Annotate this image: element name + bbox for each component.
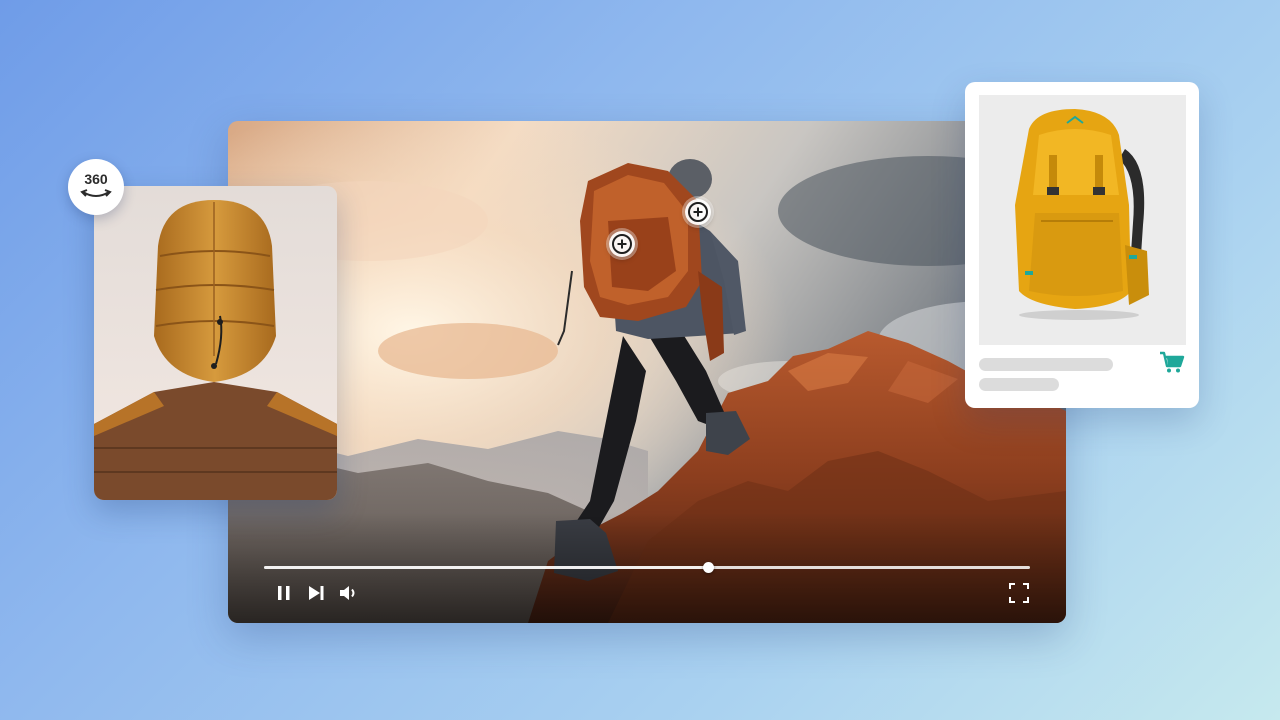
product-price-placeholder: [979, 378, 1059, 391]
progress-bar[interactable]: [264, 562, 1030, 573]
promo-stage: 360: [0, 0, 1280, 720]
pause-icon: [278, 586, 290, 600]
product-image[interactable]: [979, 95, 1186, 345]
video-player[interactable]: [228, 121, 1066, 623]
volume-icon: [340, 586, 355, 600]
yellow-backpack-image: [979, 95, 1186, 345]
hotspot-backpack[interactable]: [609, 231, 635, 257]
fullscreen-icon: [1009, 583, 1029, 603]
skip-next-icon: [309, 586, 324, 600]
plus-circle-icon: [612, 234, 632, 254]
volume-button[interactable]: [337, 581, 361, 605]
next-button[interactable]: [304, 581, 328, 605]
jacket-360-view[interactable]: [94, 186, 337, 500]
add-to-cart-button[interactable]: [1158, 348, 1186, 376]
progress-fill: [264, 566, 709, 569]
hotspot-jacket[interactable]: [685, 199, 711, 225]
plus-circle-icon: [688, 202, 708, 222]
pause-button[interactable]: [272, 581, 296, 605]
product-card[interactable]: [965, 82, 1199, 408]
shopping-cart-icon: [1160, 351, 1185, 373]
rotate-360-icon: [80, 189, 112, 197]
badge-360-label: 360: [84, 171, 108, 187]
fullscreen-button[interactable]: [1007, 581, 1031, 605]
product-title-placeholder: [979, 358, 1113, 371]
jacket-image: [94, 186, 337, 500]
badge-360[interactable]: 360: [68, 159, 124, 215]
